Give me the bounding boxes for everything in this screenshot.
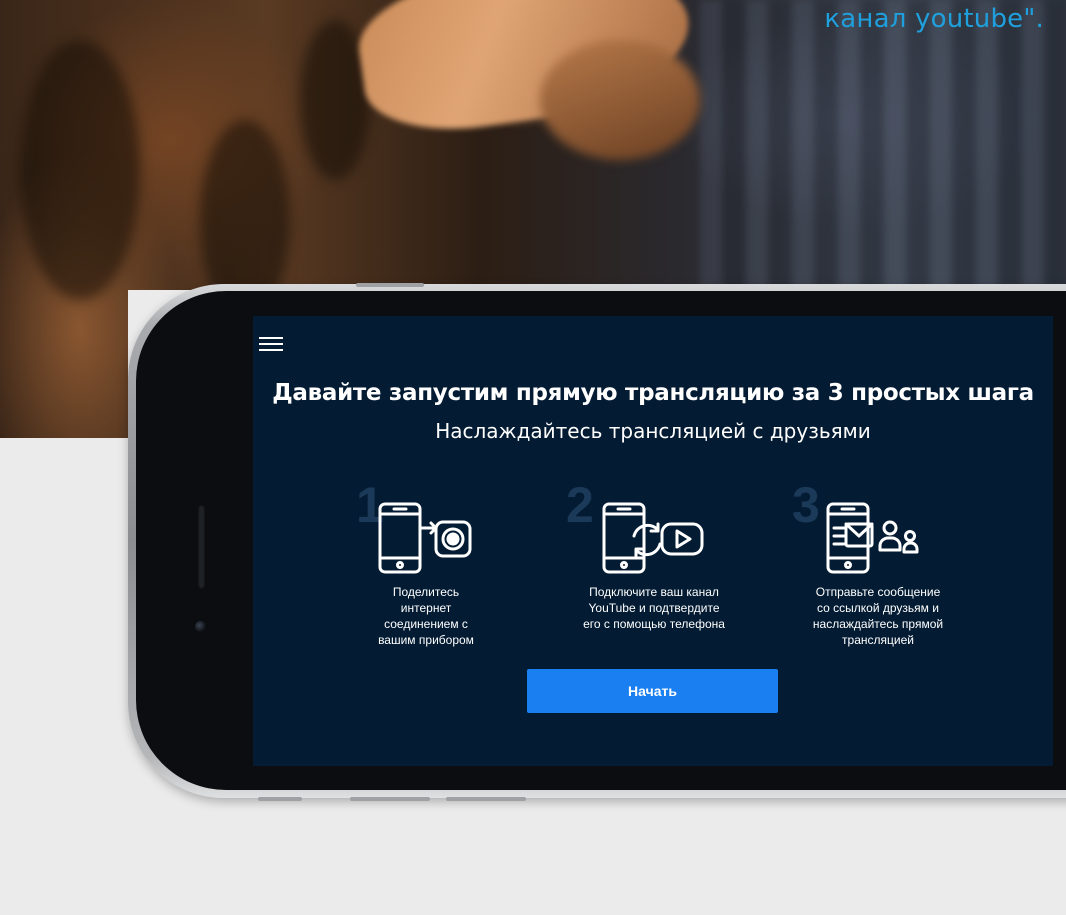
- app-screen: Давайте запустим прямую трансляцию за 3 …: [253, 316, 1053, 766]
- phone-side-button: [258, 797, 302, 801]
- step-3: 3 Отправьте сообщение со ссылкой друзьям…: [778, 476, 978, 666]
- phone-share-connection-icon: [378, 502, 472, 574]
- phone-speaker: [198, 505, 205, 589]
- phone-side-button: [356, 283, 424, 287]
- step-description: Поделитесь интернет соединением с вашим …: [378, 585, 474, 647]
- hamburger-menu-icon[interactable]: [259, 334, 285, 354]
- hero-caption: канал youtube".: [824, 4, 1044, 34]
- step-description: Подключите ваш канал YouTube и подтверди…: [583, 585, 725, 631]
- step-number: 3: [792, 477, 820, 533]
- phone-side-button: [350, 797, 430, 801]
- phone-camera-icon: [195, 621, 206, 632]
- landing-page: канал youtube". Давайте запустим прямую …: [0, 0, 1066, 915]
- phone-sync-youtube-icon: [602, 502, 704, 574]
- step-number: 2: [566, 477, 594, 533]
- phone-side-button: [446, 797, 526, 801]
- step-2: 2 Подключите ваш канал YouTube и подтвер…: [554, 476, 754, 666]
- screen-title: Давайте запустим прямую трансляцию за 3 …: [272, 380, 1034, 406]
- screen-subtitle: Наслаждайтесь трансляцией с друзьями: [435, 419, 871, 443]
- step-1: 1 Поделитесь интернет соединением с ваши…: [326, 476, 526, 666]
- start-button[interactable]: Начать: [527, 669, 778, 713]
- phone-message-friends-icon: [826, 502, 919, 574]
- step-description: Отправьте сообщение со ссылкой друзьям и…: [812, 585, 944, 647]
